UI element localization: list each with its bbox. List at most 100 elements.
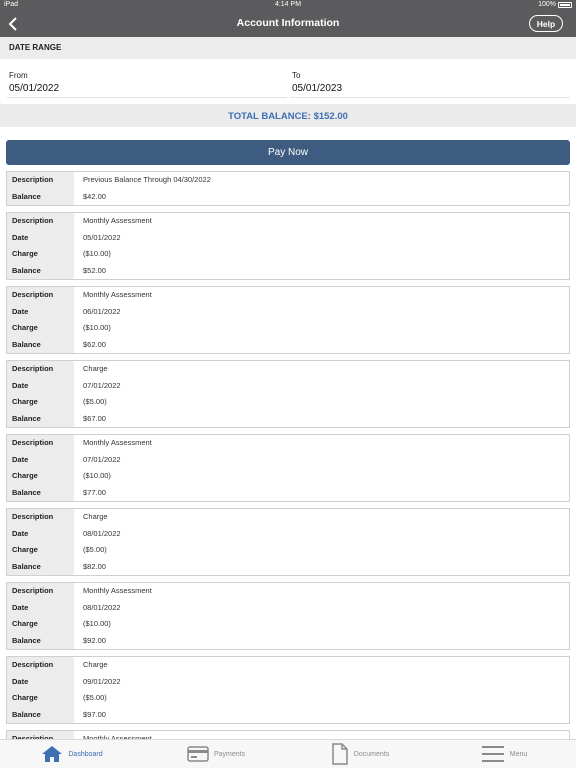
row-label: Charge bbox=[7, 394, 74, 411]
row-value: 07/01/2022 bbox=[83, 454, 121, 464]
transaction-row: Description Monthly Assessment bbox=[7, 583, 569, 600]
row-value: $77.00 bbox=[83, 487, 106, 497]
tab-menu-label: Menu bbox=[509, 750, 528, 758]
row-value: $52.00 bbox=[83, 265, 106, 275]
row-label: Charge bbox=[7, 246, 74, 263]
tab-dashboard[interactable]: Dashboard bbox=[0, 740, 144, 768]
transaction-row: Date 07/01/2022 bbox=[7, 377, 569, 394]
transaction-row: Charge ($10.00) bbox=[7, 616, 569, 633]
tab-documents-label: Documents bbox=[353, 750, 390, 758]
row-value: Monthly Assessment bbox=[83, 438, 152, 447]
row-label: Description bbox=[7, 213, 74, 230]
transaction-row: Balance $42.00 bbox=[7, 188, 569, 205]
row-label: Date bbox=[7, 303, 74, 320]
battery-percent: 100% bbox=[538, 1, 556, 8]
row-label: Date bbox=[7, 451, 74, 468]
row-label: Date bbox=[7, 377, 74, 394]
document-icon bbox=[332, 743, 348, 765]
row-value: Monthly Assessment bbox=[83, 216, 152, 225]
transaction-row: Balance $82.00 bbox=[7, 558, 569, 575]
row-label: Charge bbox=[7, 616, 74, 633]
card-icon bbox=[187, 746, 209, 762]
menu-icon bbox=[481, 746, 504, 762]
row-label: Date bbox=[7, 525, 74, 542]
nav-bar: Account Information Help bbox=[0, 11, 576, 37]
row-value: Previous Balance Through 04/30/2022 bbox=[83, 175, 211, 184]
transaction-row: Date 07/01/2022 bbox=[7, 451, 569, 468]
row-label: Description bbox=[7, 435, 74, 452]
row-value: 05/01/2022 bbox=[83, 232, 121, 242]
transaction-list[interactable]: Description Previous Balance Through 04/3… bbox=[6, 171, 570, 739]
row-value: 06/01/2022 bbox=[83, 306, 121, 316]
row-label: Balance bbox=[7, 706, 74, 723]
transaction-row: Date 06/01/2022 bbox=[7, 303, 569, 320]
row-value: Charge bbox=[83, 660, 108, 669]
row-label: Balance bbox=[7, 632, 74, 649]
transaction-row: Description Previous Balance Through 04/3… bbox=[7, 172, 569, 189]
transaction-card: DescriptionMonthly AssessmentDate09/01/2… bbox=[6, 730, 570, 739]
transaction-card: Description Monthly Assessment Date 06/01/2… bbox=[6, 286, 570, 354]
transaction-row: Balance $67.00 bbox=[7, 410, 569, 427]
transaction-row: Charge ($10.00) bbox=[7, 246, 569, 263]
row-value: ($5.00) bbox=[83, 545, 107, 554]
row-label: Charge bbox=[7, 690, 74, 707]
status-time: 4:14 PM bbox=[274, 1, 302, 8]
row-label: Charge bbox=[7, 542, 74, 559]
transaction-card: Description Monthly Assessment Date 07/01/2… bbox=[6, 434, 570, 502]
row-label: Balance bbox=[7, 188, 74, 205]
page-title: Account Information bbox=[236, 17, 340, 29]
row-label: Date bbox=[7, 599, 74, 616]
row-value: ($10.00) bbox=[83, 619, 111, 628]
pay-now-button[interactable]: Pay Now bbox=[6, 140, 570, 165]
transaction-row: Description Monthly Assessment bbox=[7, 287, 569, 304]
row-label: Description bbox=[7, 509, 74, 526]
row-label: Date bbox=[7, 229, 74, 246]
row-label: Balance bbox=[7, 484, 74, 501]
transaction-row: Balance $97.00 bbox=[7, 706, 569, 723]
tab-bar: Dashboard Payments Documents Menu bbox=[0, 739, 576, 768]
row-value: $97.00 bbox=[83, 709, 106, 719]
row-value: Monthly Assessment bbox=[83, 734, 152, 739]
row-value: 07/01/2022 bbox=[83, 380, 121, 390]
tab-payments[interactable]: Payments bbox=[144, 740, 288, 768]
tab-menu[interactable]: Menu bbox=[432, 740, 576, 768]
tab-payments-label: Payments bbox=[213, 750, 246, 758]
row-value: $82.00 bbox=[83, 561, 106, 571]
row-label: Description bbox=[7, 731, 74, 739]
date-range-heading: DATE RANGE bbox=[9, 43, 62, 52]
from-date-field[interactable]: 05/01/2022 bbox=[7, 81, 287, 98]
transaction-row: Balance $92.00 bbox=[7, 632, 569, 649]
transaction-card: Description Charge Date 08/01/2022 Charge ($5… bbox=[6, 508, 570, 576]
tab-dashboard-label: Dashboard bbox=[68, 750, 103, 758]
row-value: 08/01/2022 bbox=[83, 528, 121, 538]
total-balance-bar: TOTAL BALANCE: $152.00 bbox=[0, 104, 576, 127]
transaction-row: Date 08/01/2022 bbox=[7, 525, 569, 542]
row-value: Monthly Assessment bbox=[83, 290, 152, 299]
from-label: From bbox=[9, 71, 28, 80]
row-label: Balance bbox=[7, 336, 74, 353]
row-value: Charge bbox=[83, 364, 108, 373]
row-value: ($5.00) bbox=[83, 397, 107, 406]
date-range-header: DATE RANGE bbox=[0, 37, 576, 59]
row-label: Balance bbox=[7, 410, 74, 427]
transaction-row: Charge ($10.00) bbox=[7, 320, 569, 337]
home-icon bbox=[42, 746, 63, 762]
row-label: Charge bbox=[7, 468, 74, 485]
transaction-card: Description Monthly Assessment Date 05/01/2… bbox=[6, 212, 570, 280]
transaction-row: Description Monthly Assessment bbox=[7, 435, 569, 452]
row-value: $92.00 bbox=[83, 635, 106, 645]
help-button[interactable]: Help bbox=[529, 15, 563, 32]
row-value: 08/01/2022 bbox=[83, 602, 121, 612]
row-value: ($5.00) bbox=[83, 693, 107, 702]
row-value: $67.00 bbox=[83, 413, 106, 423]
row-label: Balance bbox=[7, 558, 74, 575]
battery-status: 100% bbox=[538, 1, 572, 8]
transaction-card: Description Previous Balance Through 04/3… bbox=[6, 171, 570, 206]
row-value: ($10.00) bbox=[83, 471, 111, 480]
battery-icon bbox=[558, 1, 572, 8]
to-date-field[interactable]: 05/01/2023 bbox=[290, 81, 570, 98]
row-value: Monthly Assessment bbox=[83, 586, 152, 595]
tab-documents[interactable]: Documents bbox=[288, 740, 432, 768]
transaction-row: Balance $52.00 bbox=[7, 262, 569, 279]
row-value: 09/01/2022 bbox=[83, 676, 121, 686]
